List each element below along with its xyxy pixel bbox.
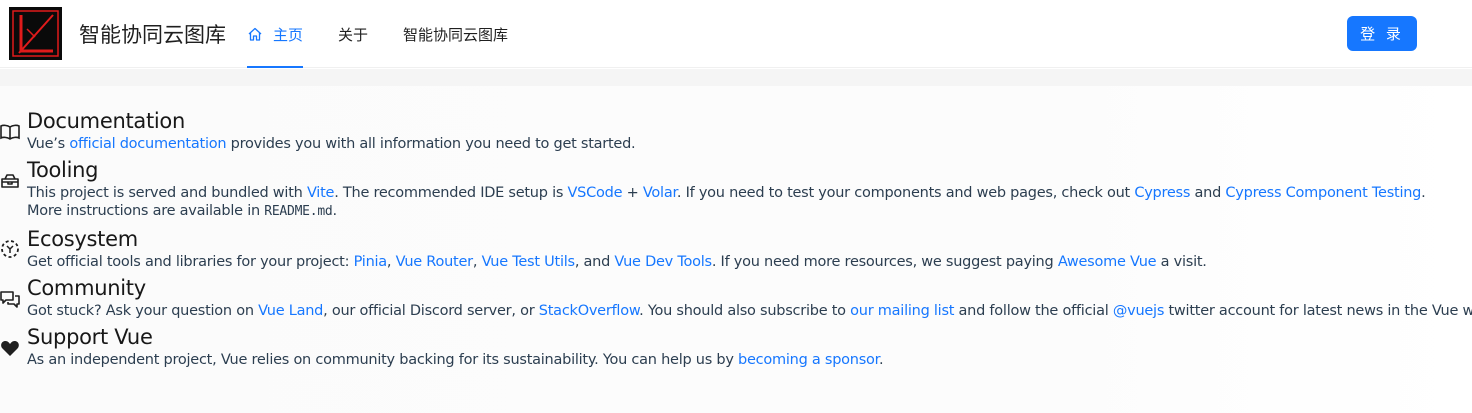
community-text: Got stuck? Ask your question on Vue Land… — [27, 303, 1472, 319]
link-vite[interactable]: Vite — [307, 185, 335, 201]
welcome-item-ecosystem: Ecosystem Get official tools and librari… — [0, 226, 1472, 275]
support-text: As an independent project, Vue relies on… — [27, 352, 884, 368]
tooling-icon — [0, 170, 20, 190]
link-vscode[interactable]: VSCode — [568, 185, 623, 201]
link-mailing-list[interactable]: our mailing list — [850, 303, 954, 319]
link-pinia[interactable]: Pinia — [354, 254, 388, 270]
link-vue-dev-tools[interactable]: Vue Dev Tools — [614, 254, 712, 270]
link-official-documentation[interactable]: official documentation — [69, 136, 226, 152]
nav-item-about-label: 关于 — [338, 26, 369, 44]
nav-item-home[interactable]: 主页 — [247, 0, 304, 68]
link-vue-router[interactable]: Vue Router — [396, 254, 473, 270]
documentation-text: Vue’s official documentation provides yo… — [27, 136, 636, 152]
support-heart-icon — [0, 338, 20, 358]
readme-code: README.md — [264, 204, 333, 219]
tooling-text: This project is served and bundled with … — [27, 185, 1426, 201]
documentation-heading: Documentation — [27, 109, 185, 133]
nav-item-gallery-label: 智能协同云图库 — [403, 26, 509, 44]
top-header: 智能协同云图库 主页 关于 智能协同云图库 登 录 — [0, 0, 1472, 68]
welcome-item-tooling: Tooling This project is served and bundl… — [0, 157, 1472, 226]
community-icon — [0, 289, 20, 309]
link-awesome-vue[interactable]: Awesome Vue — [1058, 254, 1157, 270]
welcome-items: Documentation Vue’s official documentati… — [0, 108, 1472, 373]
ecosystem-text: Get official tools and libraries for you… — [27, 254, 1207, 270]
link-stackoverflow[interactable]: StackOverflow — [539, 303, 640, 319]
welcome-item-community: Community Got stuck? Ask your question o… — [0, 275, 1472, 324]
tooling-heading: Tooling — [27, 158, 99, 182]
link-cypress[interactable]: Cypress — [1134, 185, 1190, 201]
welcome-item-documentation: Documentation Vue’s official documentati… — [0, 108, 1472, 157]
tooling-text-2: More instructions are available in READM… — [27, 203, 337, 219]
home-icon — [247, 26, 263, 42]
site-logo[interactable] — [9, 7, 62, 60]
link-becoming-a-sponsor[interactable]: becoming a sponsor — [738, 352, 879, 368]
link-vue-test-utils[interactable]: Vue Test Utils — [482, 254, 575, 270]
ecosystem-icon — [0, 239, 20, 259]
site-title: 智能协同云图库 — [79, 24, 226, 47]
nav-item-about[interactable]: 关于 — [338, 0, 368, 68]
documentation-icon — [0, 122, 20, 142]
header-divider-strip — [0, 69, 1472, 86]
main-nav-menu: 主页 关于 智能协同云图库 — [247, 0, 543, 68]
nav-item-home-label: 主页 — [273, 26, 304, 44]
welcome-item-support: Support Vue As an independent project, V… — [0, 324, 1472, 373]
link-cypress-component-testing[interactable]: Cypress Component Testing — [1225, 185, 1421, 201]
nav-item-gallery[interactable]: 智能协同云图库 — [403, 0, 508, 68]
link-vue-land[interactable]: Vue Land — [258, 303, 323, 319]
ecosystem-heading: Ecosystem — [27, 227, 138, 251]
login-button[interactable]: 登 录 — [1347, 16, 1417, 51]
link-volar[interactable]: Volar — [643, 185, 677, 201]
link-vuejs-twitter[interactable]: @vuejs — [1113, 303, 1165, 319]
support-heading: Support Vue — [27, 325, 153, 349]
community-heading: Community — [27, 276, 146, 300]
